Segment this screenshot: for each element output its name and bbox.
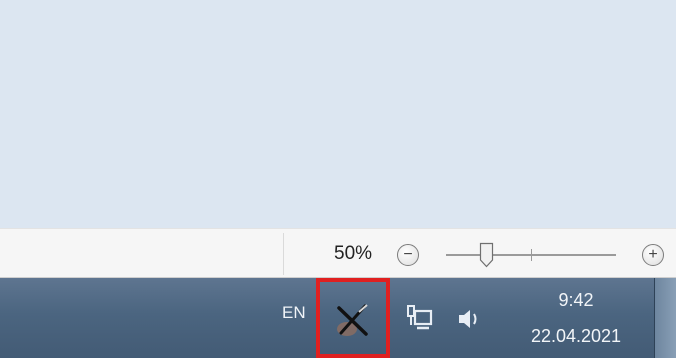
zoom-in-button[interactable]: + <box>642 244 664 266</box>
zoom-out-button[interactable]: − <box>397 244 419 266</box>
clock-time[interactable]: 9:42 <box>500 290 652 311</box>
network-icon[interactable] <box>405 303 435 333</box>
document-canvas <box>0 0 676 228</box>
status-divider <box>283 233 284 275</box>
language-indicator[interactable]: EN <box>282 303 306 323</box>
minus-icon: − <box>403 246 413 263</box>
clock-date[interactable]: 22.04.2021 <box>500 326 652 347</box>
status-bar: 50% − + <box>0 228 676 278</box>
zoom-slider-center-tick <box>531 249 532 261</box>
zoom-percent-label[interactable]: 50% <box>334 243 372 265</box>
highlight-box <box>316 278 390 358</box>
volume-icon[interactable] <box>455 305 485 333</box>
plus-icon: + <box>648 246 658 263</box>
zoom-slider-thumb[interactable] <box>479 242 494 268</box>
show-desktop-button[interactable] <box>654 278 676 358</box>
taskbar: EN 9:42 22.04.2021 <box>0 278 676 358</box>
